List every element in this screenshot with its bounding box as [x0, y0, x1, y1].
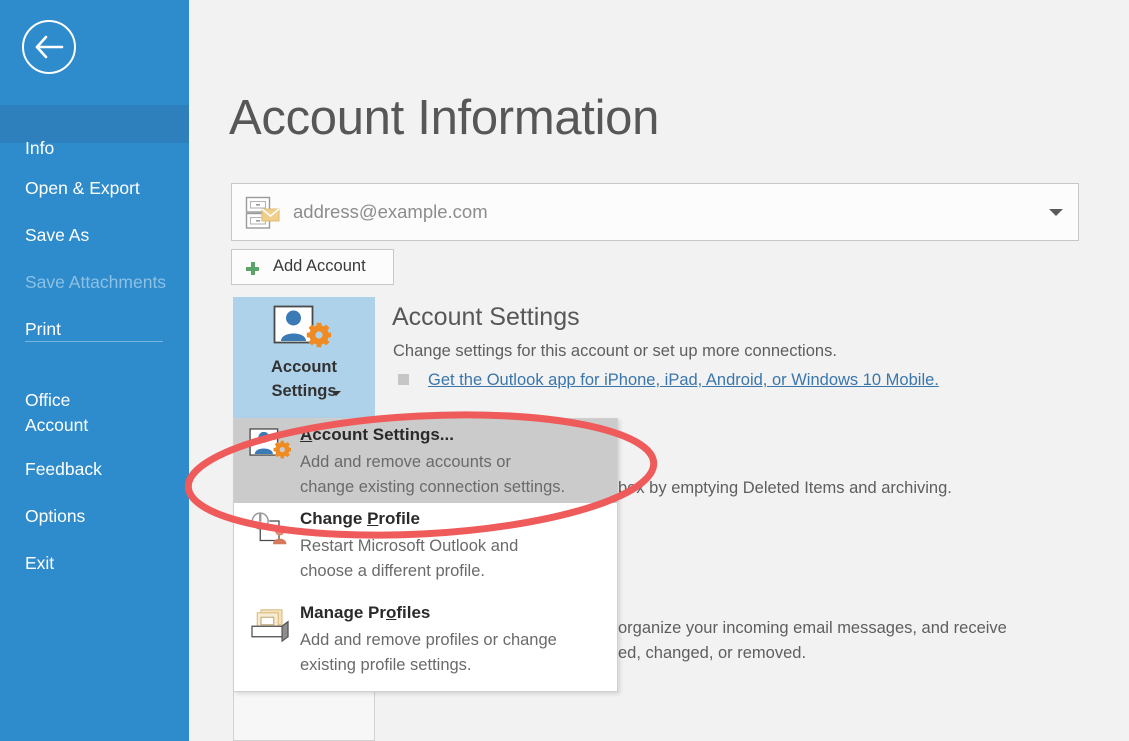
- rules-alerts-obscured-text-1: organize your incoming email messages, a…: [618, 619, 1007, 638]
- account-settings-description: Change settings for this account or set …: [393, 342, 837, 361]
- menu-item-title-accel: A: [300, 425, 312, 444]
- menu-item-title-post: ccount Settings...: [312, 425, 454, 444]
- sidebar-item-exit[interactable]: Exit: [0, 527, 189, 575]
- account-settings-dropdown-menu: Account Settings... Add and remove accou…: [233, 418, 618, 692]
- back-arrow-icon[interactable]: [22, 20, 76, 74]
- menu-item-title-post: files: [396, 603, 430, 622]
- account-selector-dropdown[interactable]: address@example.com: [231, 183, 1079, 241]
- get-outlook-app-link[interactable]: Get the Outlook app for iPhone, iPad, An…: [428, 371, 939, 390]
- sidebar-item-options[interactable]: Options: [0, 480, 189, 528]
- sidebar-item-label: Exit: [25, 553, 54, 573]
- sidebar-item-label: Open & Export: [25, 178, 140, 198]
- menu-item-title-accel: P: [367, 509, 378, 528]
- manage-profiles-icon: [249, 605, 291, 648]
- sidebar-item-label: Save As: [25, 225, 89, 245]
- sidebar-item-label: Print: [25, 319, 61, 339]
- sidebar-item-print[interactable]: Print: [0, 293, 189, 341]
- account-settings-glyph: [273, 305, 331, 355]
- account-settings-tile-label-1: Account: [233, 358, 375, 377]
- menu-item-title-accel: o: [386, 603, 396, 622]
- mailbox-icon: [245, 196, 281, 235]
- add-account-label: Add Account: [273, 257, 366, 276]
- sidebar-item-label: Feedback: [25, 459, 102, 479]
- sidebar-item-save-attachments: Save Attachments: [0, 246, 189, 294]
- sidebar-divider: [25, 341, 163, 342]
- mailbox-glyph: [245, 196, 281, 230]
- menu-item-title: Manage Profiles: [300, 603, 430, 623]
- account-settings-tile-label-2: Settings: [233, 382, 375, 401]
- page-title: Account Information: [229, 90, 659, 146]
- backstage-sidebar: Info Open & Export Save As Save Attachme…: [0, 0, 189, 741]
- account-settings-tile-button[interactable]: Account Settings: [233, 297, 375, 419]
- account-settings-glyph: [249, 427, 291, 465]
- account-email-value: address@example.com: [293, 201, 488, 223]
- menu-item-change-profile[interactable]: Change Profile Restart Microsoft Outlook…: [234, 503, 617, 597]
- sidebar-item-open-export[interactable]: Open & Export: [0, 152, 189, 200]
- menu-item-title-post: rofile: [378, 509, 420, 528]
- sidebar-item-save-as[interactable]: Save As: [0, 199, 189, 247]
- chevron-down-icon[interactable]: [331, 391, 341, 396]
- manage-profiles-glyph: [249, 605, 291, 643]
- plus-icon: [246, 262, 259, 275]
- sidebar-item-label: Office Account: [25, 390, 88, 435]
- outlook-backstage-window: Info Open & Export Save As Save Attachme…: [0, 0, 1129, 741]
- back-arrow-glyph: [34, 34, 64, 60]
- mailbox-settings-obscured-text: box by emptying Deleted Items and archiv…: [618, 479, 952, 498]
- chevron-down-icon[interactable]: [1049, 209, 1063, 216]
- menu-item-title: Account Settings...: [300, 425, 454, 445]
- account-settings-icon: [249, 427, 291, 470]
- menu-item-title: Change Profile: [300, 509, 420, 529]
- add-account-button[interactable]: Add Account: [231, 249, 394, 285]
- change-profile-icon: [249, 511, 291, 554]
- sidebar-item-label: Options: [25, 506, 85, 526]
- change-profile-glyph: [249, 511, 291, 549]
- menu-item-title-pre: Manage Pr: [300, 603, 386, 622]
- sidebar-item-office-account[interactable]: Office Account: [0, 363, 189, 438]
- menu-item-description: Restart Microsoft Outlook and choose a d…: [300, 534, 518, 584]
- sidebar-item-label: Save Attachments: [25, 272, 166, 292]
- menu-item-description: Add and remove profiles or change existi…: [300, 628, 557, 678]
- rules-alerts-obscured-text-2: ed, changed, or removed.: [618, 644, 806, 663]
- menu-item-description: Add and remove accounts or change existi…: [300, 450, 565, 500]
- menu-item-title-pre: Change: [300, 509, 367, 528]
- account-settings-icon: [273, 305, 331, 360]
- sidebar-item-feedback[interactable]: Feedback: [0, 433, 189, 481]
- account-settings-heading: Account Settings: [392, 303, 580, 332]
- menu-item-account-settings[interactable]: Account Settings... Add and remove accou…: [234, 419, 617, 503]
- menu-item-manage-profiles[interactable]: Manage Profiles Add and remove profiles …: [234, 597, 617, 691]
- sidebar-item-info[interactable]: Info: [0, 105, 189, 143]
- square-bullet-icon: [398, 374, 409, 385]
